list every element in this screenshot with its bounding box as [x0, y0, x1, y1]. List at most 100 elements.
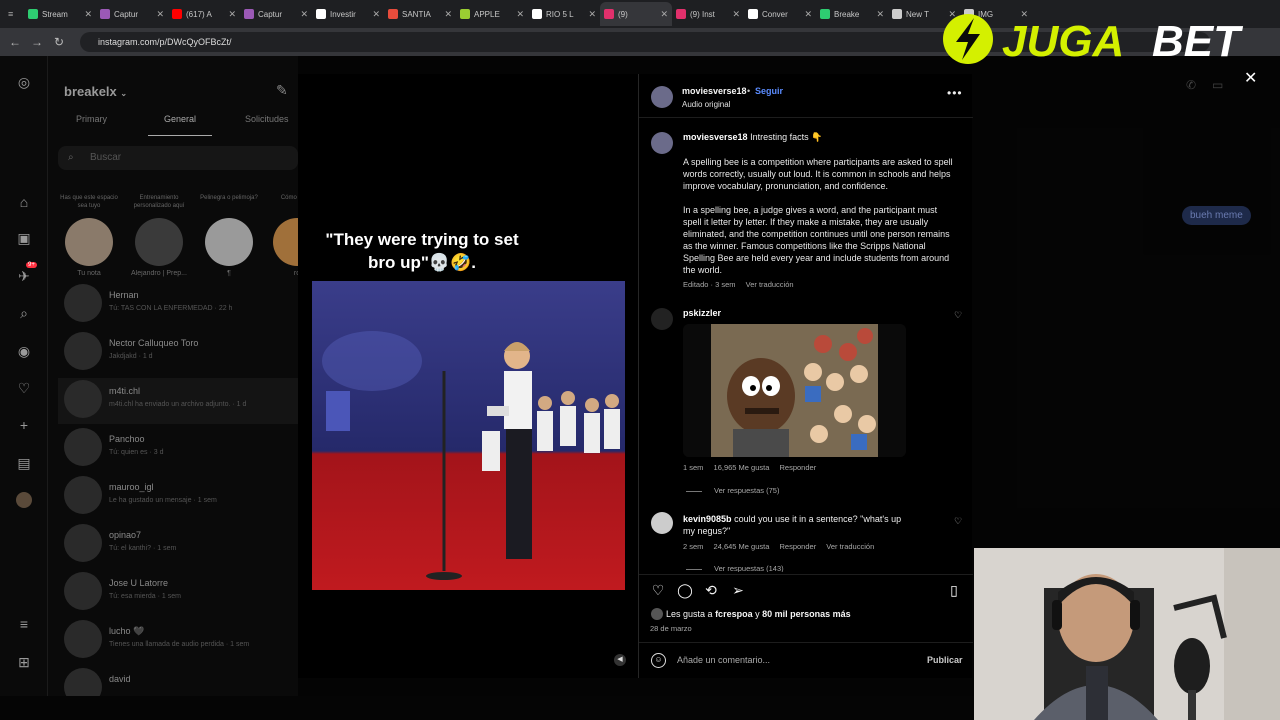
forward-icon[interactable]: → — [26, 35, 48, 49]
instagram-logo-icon[interactable]: ◎ — [16, 74, 32, 90]
list-item[interactable]: opinao7 Tú: el kanthi? · 1 sem — [58, 522, 298, 568]
browser-tab[interactable]: (9) ✕ — [600, 2, 672, 26]
logo-text-a: JUGA — [1002, 17, 1124, 66]
note-item[interactable]: Has que este espacio sea tuyo Tu nota — [58, 194, 120, 277]
dashboard-icon[interactable]: ▤ — [16, 455, 32, 471]
list-item[interactable]: Hernan Tú: TAS CON LA ENFERMEDAD · 22 h — [58, 282, 298, 328]
browser-tab[interactable]: Conver ✕ — [744, 2, 816, 26]
tab-title: RIO 5 L — [546, 9, 574, 19]
threads-icon[interactable]: ⊞ — [16, 654, 32, 670]
conversation-name: lucho 🖤 — [109, 626, 145, 636]
share-icon[interactable]: ➢ — [729, 581, 747, 599]
tab-primary[interactable]: Primary — [76, 114, 107, 124]
author-username[interactable]: moviesverse18 — [682, 86, 747, 96]
comment-icon[interactable]: ◯ — [676, 581, 694, 599]
caption-avatar[interactable] — [651, 132, 673, 154]
comment-like-icon[interactable]: ♡ — [954, 516, 962, 527]
chat-video-icon[interactable]: ▭ — [1212, 78, 1223, 92]
note-item[interactable]: Entrenamiento personalizado aquí Alejandr… — [128, 194, 190, 277]
comment-likes[interactable]: 16,965 Me gusta — [714, 463, 770, 472]
back-icon[interactable]: ← — [4, 35, 26, 49]
comment-box: ☺ Añade un comentario... Publicar — [639, 642, 973, 678]
tab-requests[interactable]: Solicitudes — [245, 114, 289, 124]
author-avatar[interactable] — [651, 86, 673, 108]
tab-close-icon[interactable]: ✕ — [516, 9, 524, 20]
tab-close-icon[interactable]: ✕ — [156, 9, 164, 20]
more-options-icon[interactable]: ••• — [947, 86, 963, 100]
repost-icon[interactable]: ⟲ — [702, 581, 720, 599]
tab-close-icon[interactable]: ✕ — [588, 9, 596, 20]
messages-icon[interactable]: ✈ — [16, 268, 32, 284]
browser-tab[interactable]: Investir ✕ — [312, 2, 384, 26]
publish-button[interactable]: Publicar — [927, 655, 963, 665]
chat-call-icon[interactable]: ✆ — [1186, 78, 1196, 92]
tab-general[interactable]: General — [164, 114, 196, 124]
tab-close-icon[interactable]: ✕ — [372, 9, 380, 20]
comment-gif[interactable] — [683, 324, 906, 457]
heart-icon[interactable]: ♡ — [16, 380, 32, 396]
like-icon[interactable]: ♡ — [649, 581, 667, 599]
tab-close-icon[interactable]: ✕ — [84, 9, 92, 20]
tab-close-icon[interactable]: ✕ — [300, 9, 308, 20]
search-icon[interactable]: ⌕ — [16, 305, 32, 321]
comment-avatar[interactable] — [651, 308, 673, 330]
mute-icon[interactable]: ◀ — [614, 654, 626, 666]
tab-close-icon[interactable]: ✕ — [444, 9, 452, 20]
comment-reply-link[interactable]: Responder — [780, 542, 817, 551]
list-item[interactable]: mauroo_igl Le ha gustado un mensaje · 1 s… — [58, 474, 298, 520]
audio-label[interactable]: Audio original — [682, 100, 730, 109]
browser-tab[interactable]: SANTIA ✕ — [384, 2, 456, 26]
browser-tab[interactable]: (617) A ✕ — [168, 2, 240, 26]
tab-favicon-icon — [388, 9, 398, 19]
comment-like-icon[interactable]: ♡ — [954, 310, 962, 321]
profile-avatar[interactable] — [16, 492, 32, 508]
tab-close-icon[interactable]: ✕ — [732, 9, 740, 20]
browser-tab[interactable]: (9) Inst ✕ — [672, 2, 744, 26]
view-replies[interactable]: Ver respuestas (75) — [686, 486, 779, 495]
home-icon[interactable]: ⌂ — [16, 194, 32, 210]
caption-author[interactable]: moviesverse18 — [683, 132, 748, 142]
browser-tab[interactable]: RIO 5 L ✕ — [528, 2, 600, 26]
close-icon[interactable]: ✕ — [1244, 68, 1257, 88]
likes-summary[interactable]: Les gusta a fcrespoa y 80 mil personas m… — [666, 609, 851, 619]
comment-avatar[interactable] — [651, 512, 673, 534]
tab-close-icon[interactable]: ✕ — [804, 9, 812, 20]
reels-icon[interactable]: ▣ — [16, 230, 32, 246]
new-message-icon[interactable]: ✎ — [276, 82, 288, 99]
note-item[interactable]: Pelinegra o pelimoja? ¶ — [198, 194, 260, 277]
tab-close-icon[interactable]: ✕ — [876, 9, 884, 20]
list-item[interactable]: lucho 🖤 Tienes una llamada de audio perdi… — [58, 618, 298, 664]
browser-tab[interactable]: Stream ✕ — [24, 2, 96, 26]
list-item[interactable]: m4ti.chl m4ti.chl ha enviado un archivo a… — [58, 378, 298, 424]
comment-input[interactable]: Añade un comentario... — [677, 655, 770, 665]
create-icon[interactable]: + — [16, 417, 32, 433]
browser-tab[interactable]: Captur ✕ — [96, 2, 168, 26]
dm-search-input[interactable]: ⌕ Buscar — [58, 146, 298, 170]
view-replies[interactable]: Ver respuestas (143) — [686, 564, 784, 572]
comment-translate-link[interactable]: Ver traducción — [826, 542, 874, 551]
dm-username[interactable]: breakelx ⌄ — [64, 84, 127, 99]
tab-title: (9) Inst — [690, 9, 715, 19]
caption-translate-link[interactable]: Ver traducción — [746, 280, 794, 289]
comment-reply-link[interactable]: Responder — [780, 463, 817, 472]
tab-close-icon[interactable]: ✕ — [228, 9, 236, 20]
browser-tab[interactable]: Captur ✕ — [240, 2, 312, 26]
list-item[interactable]: Jose U Latorre Tú: esa mierda · 1 sem — [58, 570, 298, 616]
comment-username[interactable]: pskizzler — [683, 308, 721, 318]
save-icon[interactable]: ▯ — [945, 581, 963, 599]
browser-tab[interactable]: APPLE ✕ — [456, 2, 528, 26]
explore-icon[interactable]: ◉ — [16, 343, 32, 359]
comment-username[interactable]: kevin9085b — [683, 514, 732, 524]
list-item[interactable]: Panchoo Tú: quien es · 3 d — [58, 426, 298, 472]
menu-icon[interactable]: ≡ — [16, 616, 32, 632]
tab-close-icon[interactable]: ✕ — [660, 9, 668, 20]
browser-tab[interactable]: Breake ✕ — [816, 2, 888, 26]
tab-search-menu[interactable]: ≡ — [4, 2, 24, 26]
emoji-icon[interactable]: ☺ — [651, 653, 666, 668]
reload-icon[interactable]: ↻ — [48, 35, 70, 49]
tab-favicon-icon — [28, 9, 38, 19]
comment-likes[interactable]: 24,645 Me gusta — [714, 542, 770, 551]
conversation-name: Panchoo — [109, 434, 145, 444]
follow-button[interactable]: Seguir — [755, 86, 783, 96]
list-item[interactable]: Nector Calluqueo Toro Jakdjakd · 1 d — [58, 330, 298, 376]
